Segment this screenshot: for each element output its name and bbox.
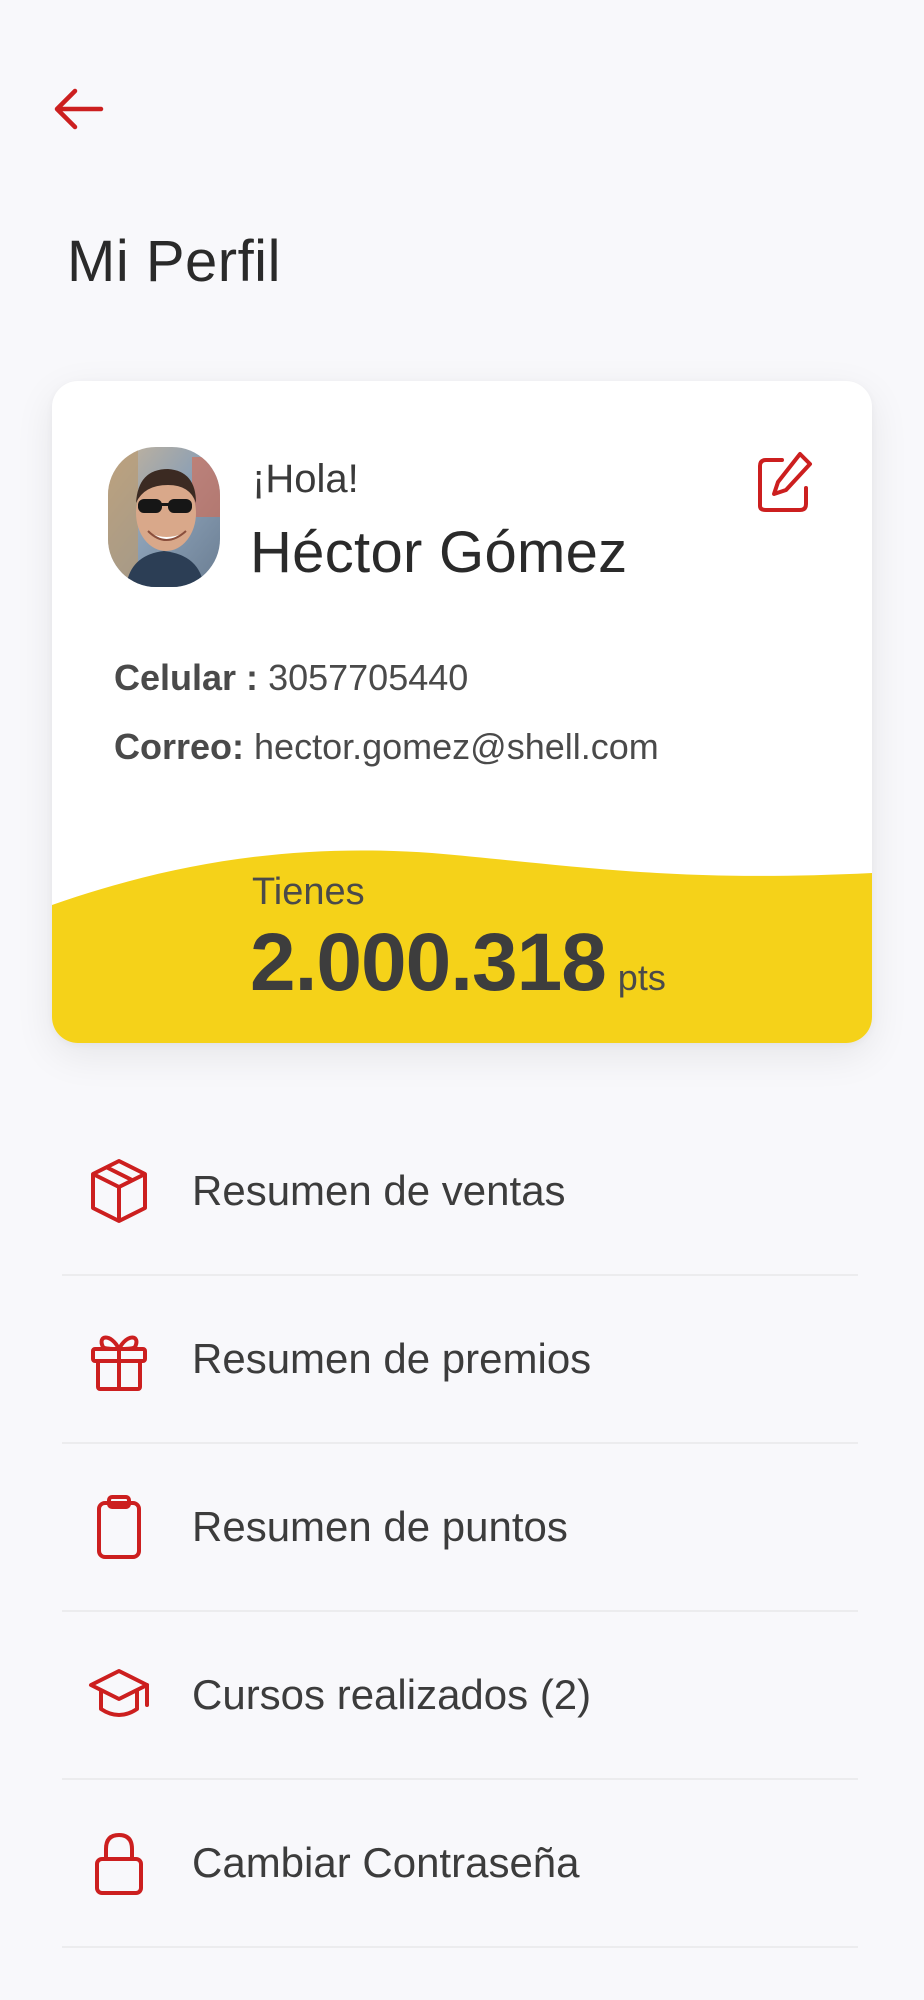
email-row: Correo: hector.gomez@shell.com [114,726,659,768]
menu-item-points-summary[interactable]: Resumen de puntos [62,1444,858,1612]
gift-icon [86,1323,152,1395]
clipboard-icon [86,1491,152,1563]
edit-profile-button[interactable] [752,445,818,517]
points-label: Tienes [252,871,365,913]
menu-label: Cursos realizados (2) [192,1671,592,1718]
points-row: 2.000.318 pts [250,916,666,1010]
graduation-cap-icon [86,1659,152,1731]
menu-item-sales-summary[interactable]: Resumen de ventas [62,1108,858,1276]
page-title: Mi Perfil [67,229,281,294]
menu-item-courses[interactable]: Cursos realizados (2) [62,1612,858,1780]
menu-label: Resumen de puntos [192,1503,568,1550]
avatar [108,447,220,587]
menu-label: Cambiar Contraseña [192,1839,580,1886]
email-value: hector.gomez@shell.com [254,726,659,767]
menu-item-prizes-summary[interactable]: Resumen de premios [62,1276,858,1444]
email-label: Correo: [114,726,245,767]
phone-row: Celular : 3057705440 [114,657,468,699]
menu-label: Resumen de ventas [192,1167,566,1214]
arrow-left-icon [54,88,104,130]
points-unit: pts [617,957,666,998]
profile-card: ¡Hola! Héctor Gómez Celular : 3057705440… [52,381,872,1043]
profile-screen: Mi Perfil ¡Hola! Héctor Gómez Celular: … [0,0,924,2000]
back-button[interactable] [48,78,110,140]
menu-label: Resumen de premios [192,1335,592,1382]
phone-value: 3057705440 [268,657,469,698]
menu-item-change-password[interactable]: Cambiar Contraseña [62,1780,858,1948]
user-name: Héctor Gómez [250,520,628,585]
phone-label: Celular : [114,657,259,698]
greeting-text: ¡Hola! [252,457,359,501]
lock-icon [86,1827,152,1899]
points-value: 2.000.318 [250,917,607,1008]
edit-icon [758,452,812,512]
box-icon [86,1155,152,1227]
